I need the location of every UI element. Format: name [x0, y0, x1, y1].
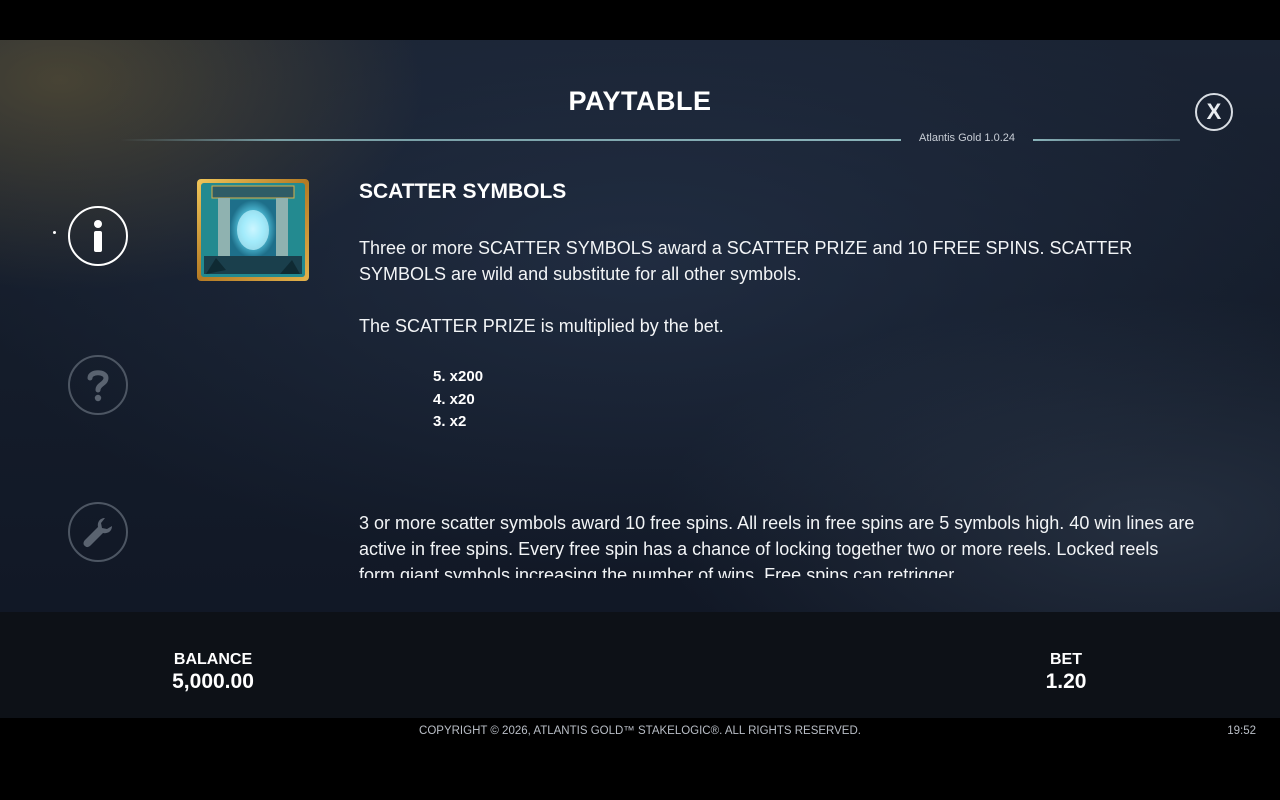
copyright-text: COPYRIGHT © 2026, ATLANTIS GOLD™ STAKELO…: [419, 725, 861, 737]
balance-value: 5,000.00: [172, 670, 254, 693]
paytable-panel: PAYTABLE Atlantis Gold 1.0.24 X SCATTER …: [0, 40, 1280, 612]
wrench-icon: [83, 518, 112, 548]
section-paragraph: 3 or more scatter symbols award 10 free …: [359, 513, 1195, 578]
top-bar: [0, 0, 1280, 40]
section-paragraph: Three or more SCATTER SYMBOLS award a SC…: [359, 238, 1133, 284]
question-icon: [87, 370, 109, 402]
scatter-symbol-image: [197, 179, 309, 281]
info-icon: [94, 220, 102, 252]
scatter-section: SCATTER SYMBOLS Three or more SCATTER SY…: [359, 178, 1209, 578]
clock: 19:52: [1227, 725, 1256, 737]
sidebar-item-help[interactable]: [68, 355, 128, 415]
close-icon: X: [1206, 99, 1222, 124]
prize-item: 5. x200: [433, 368, 484, 385]
header-divider-right: [1033, 139, 1180, 141]
version-label: Atlantis Gold 1.0.24: [918, 132, 1015, 144]
section-title: SCATTER SYMBOLS: [359, 180, 567, 203]
prize-list: 5. x200 4. x20 3. x2: [433, 366, 483, 434]
header-divider-left: [120, 139, 901, 141]
prize-item: 4. x20: [433, 390, 475, 408]
bet-label: BET: [1050, 651, 1082, 668]
sidebar-item-info[interactable]: [68, 206, 128, 266]
status-bar: BALANCE 5,000.00 BET 1.20: [0, 612, 1280, 718]
prize-item: 3. x2: [433, 413, 467, 430]
footer: COPYRIGHT © 2026, ATLANTIS GOLD™ STAKELO…: [0, 718, 1280, 800]
page-title: PAYTABLE: [568, 86, 712, 116]
cursor-dot: [53, 231, 56, 234]
sidebar-item-settings[interactable]: [68, 502, 128, 562]
section-paragraph: The SCATTER PRIZE is multiplied by the b…: [359, 316, 724, 336]
balance-label: BALANCE: [173, 651, 253, 668]
bet-value: 1.20: [1045, 670, 1087, 693]
close-button[interactable]: X: [1195, 93, 1233, 131]
